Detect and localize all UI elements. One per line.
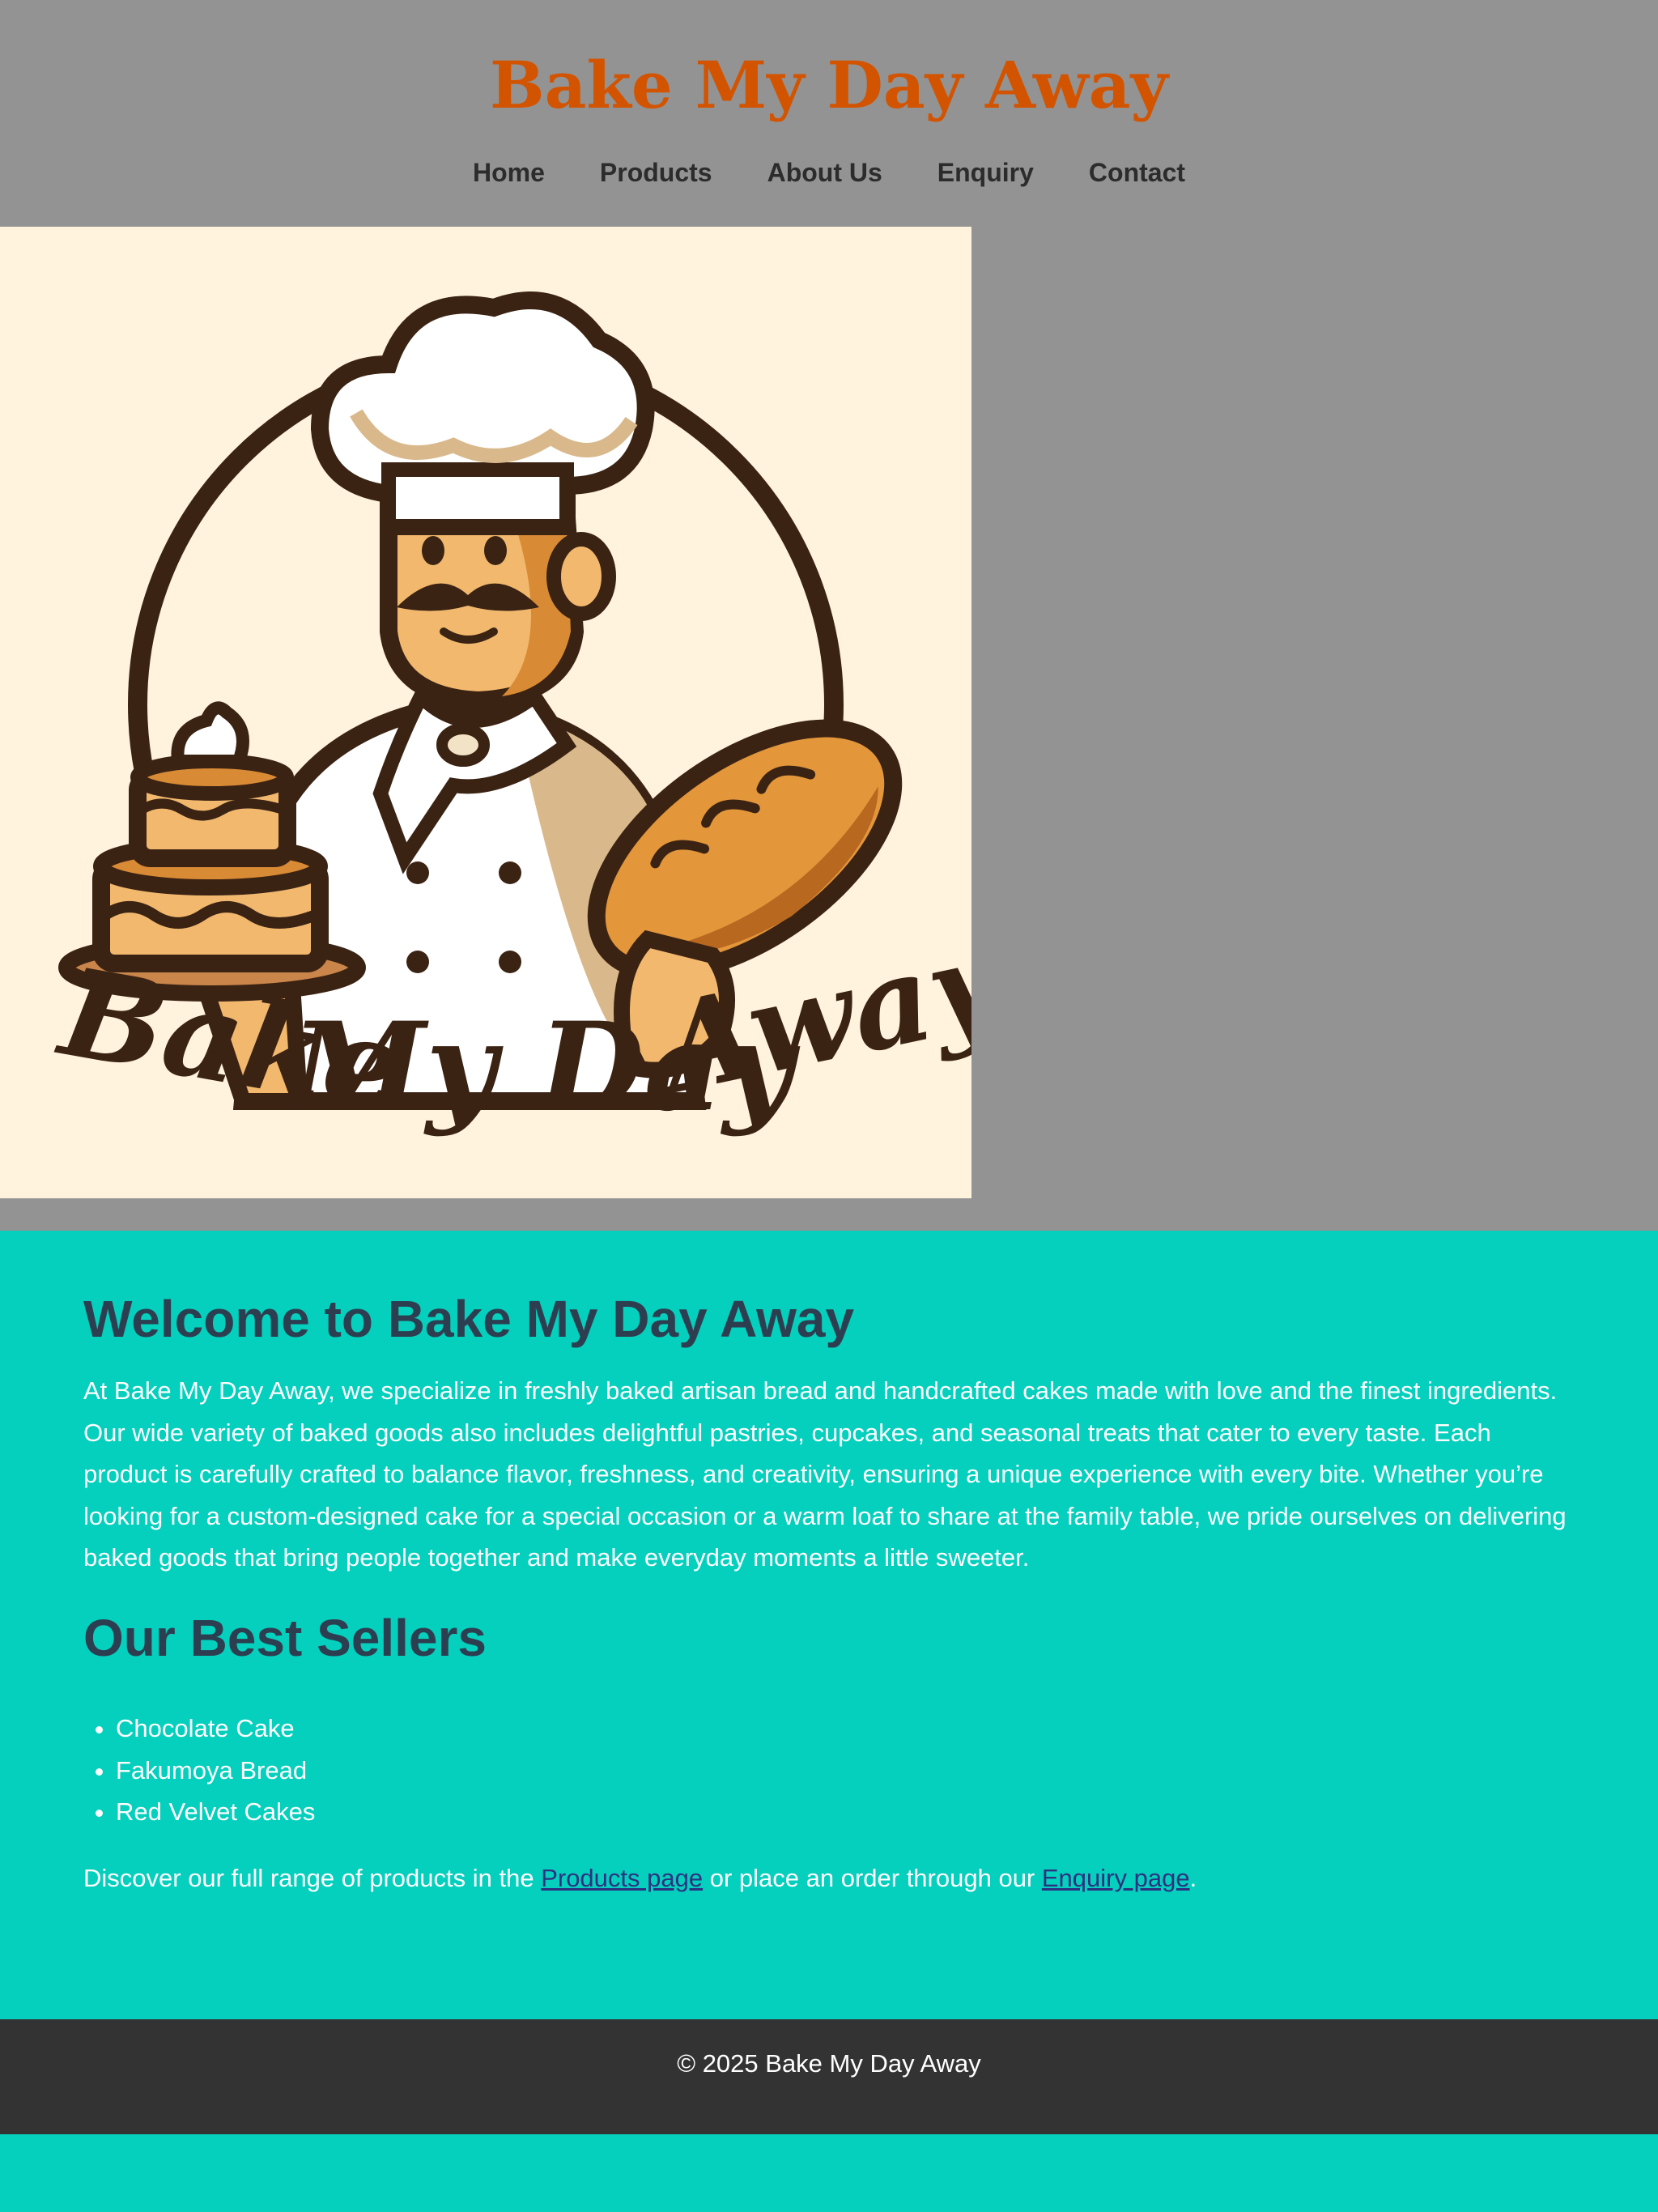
bestsellers-list: Chocolate Cake Fakumoya Bread Red Velvet… [83, 1708, 315, 1833]
list-item: Chocolate Cake [116, 1708, 315, 1750]
nav-home-link[interactable]: Home [473, 151, 545, 194]
nav-about-us-link[interactable]: About Us [767, 151, 882, 194]
products-page-link[interactable]: Products page [541, 1864, 703, 1892]
discover-text-suffix: . [1189, 1864, 1197, 1892]
footer-copyright: © 2025 Bake My Day Away [677, 2049, 981, 2078]
nav-products-link[interactable]: Products [600, 151, 712, 194]
main-nav: Home Products About Us Enquiry Contact [0, 151, 1658, 194]
nav-contact-link[interactable]: Contact [1089, 151, 1185, 194]
site-title: Bake My Day Away [489, 47, 1169, 123]
discover-paragraph: Discover our full range of products in t… [83, 1857, 1197, 1899]
list-item: Red Velvet Cakes [116, 1791, 315, 1833]
hero-section: Bake My Day Away [0, 227, 1658, 1231]
bestsellers-heading: Our Best Sellers [83, 1609, 487, 1667]
site-footer: © 2025 Bake My Day Away [0, 2019, 1658, 2134]
hero-logo-image: Bake My Day Away [0, 227, 971, 1198]
nav-enquiry-link[interactable]: Enquiry [937, 151, 1034, 194]
site-header: Bake My Day Away Home Products About Us … [0, 0, 1658, 227]
discover-text-middle: or place an order through our [703, 1864, 1042, 1892]
discover-text-prefix: Discover our full range of products in t… [83, 1864, 542, 1892]
welcome-heading: Welcome to Bake My Day Away [83, 1290, 855, 1348]
list-item: Fakumoya Bread [116, 1750, 315, 1792]
enquiry-page-link[interactable]: Enquiry page [1042, 1864, 1190, 1892]
main-content: Welcome to Bake My Day Away At Bake My D… [83, 1231, 1581, 2018]
intro-paragraph: At Bake My Day Away, we specialize in fr… [83, 1376, 1567, 1572]
